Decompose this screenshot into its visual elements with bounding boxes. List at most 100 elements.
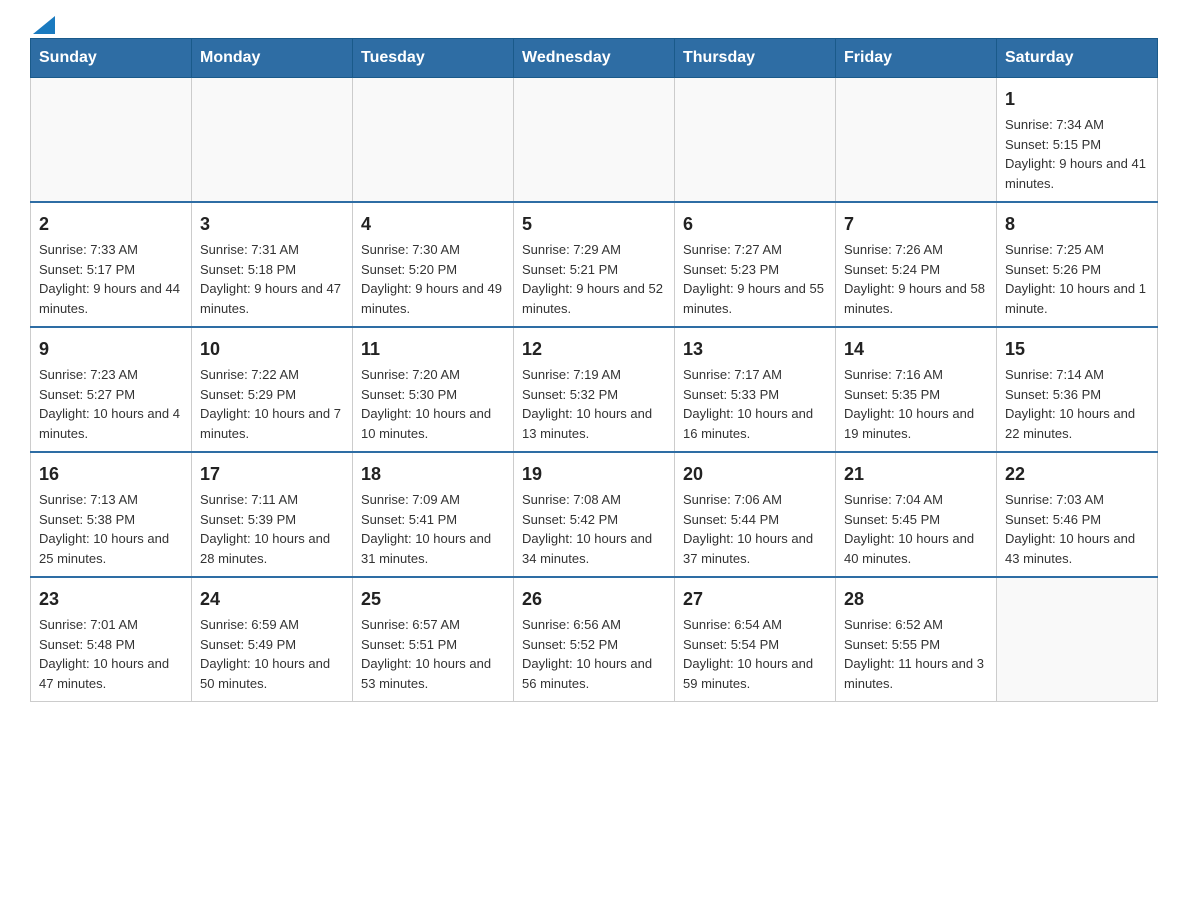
cell-content: 22Sunrise: 7:03 AMSunset: 5:46 PMDayligh…	[1005, 461, 1149, 568]
day-number: 6	[683, 211, 827, 238]
day-info-line: Sunrise: 7:14 AM	[1005, 365, 1149, 385]
day-number: 28	[844, 586, 988, 613]
calendar-body: 1Sunrise: 7:34 AMSunset: 5:15 PMDaylight…	[31, 78, 1158, 702]
day-info-line: Sunrise: 7:16 AM	[844, 365, 988, 385]
day-info-line: Sunrise: 7:26 AM	[844, 240, 988, 260]
cell-content: 20Sunrise: 7:06 AMSunset: 5:44 PMDayligh…	[683, 461, 827, 568]
day-info-line: Sunset: 5:20 PM	[361, 260, 505, 280]
day-info-line: Daylight: 9 hours and 47 minutes.	[200, 279, 344, 318]
calendar-cell: 21Sunrise: 7:04 AMSunset: 5:45 PMDayligh…	[836, 452, 997, 577]
calendar-cell: 7Sunrise: 7:26 AMSunset: 5:24 PMDaylight…	[836, 202, 997, 327]
calendar-cell: 5Sunrise: 7:29 AMSunset: 5:21 PMDaylight…	[514, 202, 675, 327]
day-info-line: Sunrise: 7:20 AM	[361, 365, 505, 385]
cell-content: 21Sunrise: 7:04 AMSunset: 5:45 PMDayligh…	[844, 461, 988, 568]
weekday-header-wednesday: Wednesday	[514, 39, 675, 78]
day-number: 20	[683, 461, 827, 488]
day-info-line: Daylight: 9 hours and 49 minutes.	[361, 279, 505, 318]
cell-content: 5Sunrise: 7:29 AMSunset: 5:21 PMDaylight…	[522, 211, 666, 318]
weekday-header-saturday: Saturday	[997, 39, 1158, 78]
day-info-line: Daylight: 10 hours and 1 minute.	[1005, 279, 1149, 318]
day-number: 17	[200, 461, 344, 488]
day-info-line: Daylight: 10 hours and 31 minutes.	[361, 529, 505, 568]
day-number: 19	[522, 461, 666, 488]
day-number: 16	[39, 461, 183, 488]
day-info-line: Sunrise: 7:06 AM	[683, 490, 827, 510]
cell-content: 6Sunrise: 7:27 AMSunset: 5:23 PMDaylight…	[683, 211, 827, 318]
day-info-line: Sunset: 5:54 PM	[683, 635, 827, 655]
day-info-line: Daylight: 10 hours and 53 minutes.	[361, 654, 505, 693]
weekday-header-tuesday: Tuesday	[353, 39, 514, 78]
calendar-cell	[31, 78, 192, 203]
day-info-line: Sunset: 5:55 PM	[844, 635, 988, 655]
day-info-line: Sunrise: 7:19 AM	[522, 365, 666, 385]
day-info-line: Daylight: 10 hours and 7 minutes.	[200, 404, 344, 443]
cell-content: 27Sunrise: 6:54 AMSunset: 5:54 PMDayligh…	[683, 586, 827, 693]
cell-content: 1Sunrise: 7:34 AMSunset: 5:15 PMDaylight…	[1005, 86, 1149, 193]
calendar-cell: 9Sunrise: 7:23 AMSunset: 5:27 PMDaylight…	[31, 327, 192, 452]
calendar-cell: 1Sunrise: 7:34 AMSunset: 5:15 PMDaylight…	[997, 78, 1158, 203]
page-header	[30, 20, 1158, 28]
cell-content: 4Sunrise: 7:30 AMSunset: 5:20 PMDaylight…	[361, 211, 505, 318]
cell-content: 25Sunrise: 6:57 AMSunset: 5:51 PMDayligh…	[361, 586, 505, 693]
day-info-line: Sunrise: 7:31 AM	[200, 240, 344, 260]
calendar-cell: 22Sunrise: 7:03 AMSunset: 5:46 PMDayligh…	[997, 452, 1158, 577]
day-info-line: Sunrise: 6:57 AM	[361, 615, 505, 635]
day-info-line: Sunset: 5:32 PM	[522, 385, 666, 405]
calendar-cell: 27Sunrise: 6:54 AMSunset: 5:54 PMDayligh…	[675, 577, 836, 702]
calendar-cell: 26Sunrise: 6:56 AMSunset: 5:52 PMDayligh…	[514, 577, 675, 702]
day-info-line: Daylight: 10 hours and 4 minutes.	[39, 404, 183, 443]
day-number: 22	[1005, 461, 1149, 488]
cell-content: 15Sunrise: 7:14 AMSunset: 5:36 PMDayligh…	[1005, 336, 1149, 443]
day-info-line: Daylight: 10 hours and 10 minutes.	[361, 404, 505, 443]
cell-content: 7Sunrise: 7:26 AMSunset: 5:24 PMDaylight…	[844, 211, 988, 318]
day-number: 23	[39, 586, 183, 613]
day-info-line: Sunset: 5:36 PM	[1005, 385, 1149, 405]
day-info-line: Sunset: 5:35 PM	[844, 385, 988, 405]
calendar-header: SundayMondayTuesdayWednesdayThursdayFrid…	[31, 39, 1158, 78]
day-number: 15	[1005, 336, 1149, 363]
calendar-cell	[353, 78, 514, 203]
day-info-line: Daylight: 10 hours and 25 minutes.	[39, 529, 183, 568]
cell-content: 19Sunrise: 7:08 AMSunset: 5:42 PMDayligh…	[522, 461, 666, 568]
day-number: 26	[522, 586, 666, 613]
day-info-line: Sunset: 5:51 PM	[361, 635, 505, 655]
day-info-line: Sunrise: 7:01 AM	[39, 615, 183, 635]
cell-content: 3Sunrise: 7:31 AMSunset: 5:18 PMDaylight…	[200, 211, 344, 318]
cell-content: 16Sunrise: 7:13 AMSunset: 5:38 PMDayligh…	[39, 461, 183, 568]
day-info-line: Daylight: 10 hours and 40 minutes.	[844, 529, 988, 568]
weekday-header-friday: Friday	[836, 39, 997, 78]
calendar-cell	[997, 577, 1158, 702]
calendar-table: SundayMondayTuesdayWednesdayThursdayFrid…	[30, 38, 1158, 702]
day-info-line: Daylight: 10 hours and 28 minutes.	[200, 529, 344, 568]
day-number: 21	[844, 461, 988, 488]
calendar-cell: 20Sunrise: 7:06 AMSunset: 5:44 PMDayligh…	[675, 452, 836, 577]
day-info-line: Daylight: 10 hours and 19 minutes.	[844, 404, 988, 443]
day-info-line: Sunrise: 7:27 AM	[683, 240, 827, 260]
cell-content: 23Sunrise: 7:01 AMSunset: 5:48 PMDayligh…	[39, 586, 183, 693]
day-number: 5	[522, 211, 666, 238]
day-info-line: Sunrise: 7:25 AM	[1005, 240, 1149, 260]
calendar-cell: 23Sunrise: 7:01 AMSunset: 5:48 PMDayligh…	[31, 577, 192, 702]
day-number: 12	[522, 336, 666, 363]
day-info-line: Daylight: 10 hours and 16 minutes.	[683, 404, 827, 443]
cell-content: 17Sunrise: 7:11 AMSunset: 5:39 PMDayligh…	[200, 461, 344, 568]
day-info-line: Daylight: 10 hours and 34 minutes.	[522, 529, 666, 568]
day-info-line: Daylight: 10 hours and 50 minutes.	[200, 654, 344, 693]
day-info-line: Sunset: 5:23 PM	[683, 260, 827, 280]
day-info-line: Sunset: 5:29 PM	[200, 385, 344, 405]
cell-content: 11Sunrise: 7:20 AMSunset: 5:30 PMDayligh…	[361, 336, 505, 443]
day-number: 10	[200, 336, 344, 363]
day-info-line: Sunset: 5:27 PM	[39, 385, 183, 405]
calendar-cell: 3Sunrise: 7:31 AMSunset: 5:18 PMDaylight…	[192, 202, 353, 327]
day-info-line: Sunset: 5:33 PM	[683, 385, 827, 405]
calendar-cell	[675, 78, 836, 203]
calendar-cell: 4Sunrise: 7:30 AMSunset: 5:20 PMDaylight…	[353, 202, 514, 327]
cell-content: 14Sunrise: 7:16 AMSunset: 5:35 PMDayligh…	[844, 336, 988, 443]
cell-content: 2Sunrise: 7:33 AMSunset: 5:17 PMDaylight…	[39, 211, 183, 318]
day-info-line: Sunrise: 7:03 AM	[1005, 490, 1149, 510]
cell-content: 28Sunrise: 6:52 AMSunset: 5:55 PMDayligh…	[844, 586, 988, 693]
day-number: 9	[39, 336, 183, 363]
day-info-line: Daylight: 10 hours and 56 minutes.	[522, 654, 666, 693]
calendar-week-row: 9Sunrise: 7:23 AMSunset: 5:27 PMDaylight…	[31, 327, 1158, 452]
logo-triangle-icon	[33, 16, 55, 34]
